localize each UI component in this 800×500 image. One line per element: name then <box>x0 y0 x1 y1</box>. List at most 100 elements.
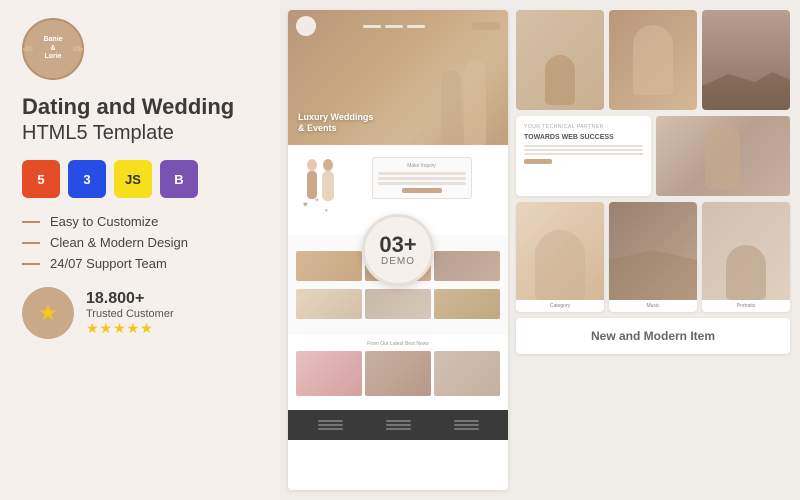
news-title: From Our Latest Best News <box>296 341 500 347</box>
partner-label: YOUR TECHNICAL PARTNER <box>524 124 643 130</box>
gallery-column: YOUR TECHNICAL PARTNER TOWARDS WEB SUCCE… <box>516 10 790 490</box>
news-item-3 <box>434 351 500 396</box>
gallery-category-row: Category Music Portraits <box>516 202 790 312</box>
form-title: Make Inquiry <box>378 163 466 169</box>
desc-line-3 <box>524 153 643 155</box>
preview-hero: Luxury Weddings& Events <box>288 10 508 145</box>
cat-img-wedding <box>516 202 604 300</box>
landscape-shape <box>702 70 790 110</box>
partner-photo <box>656 116 791 196</box>
right-section: 03+ DEMO Luxury Weddings& Event <box>280 0 800 500</box>
story-item-5 <box>365 289 431 319</box>
cat-label-portraits: Portraits <box>702 300 790 312</box>
story-item-3 <box>434 251 500 281</box>
cat-label-music: Music <box>609 300 697 312</box>
mountain-silhouette <box>609 250 697 300</box>
feature-dash-3 <box>22 263 40 265</box>
gallery-img-1 <box>516 10 604 110</box>
cat-card-music: Music <box>609 202 697 312</box>
demo-label: DEMO <box>381 256 415 267</box>
logo-badge: ❧ Banie & Lorie ❧ <box>22 18 84 80</box>
inquiry-form-card: Make Inquiry <box>372 157 472 199</box>
left-panel: ❧ Banie & Lorie ❧ Dating and Wedding HTM… <box>0 0 280 500</box>
person-figure-2 <box>464 60 486 145</box>
feature-item-2: Clean & Modern Design <box>22 235 258 250</box>
partner-photo-content <box>656 116 791 196</box>
demo-preview-column: 03+ DEMO Luxury Weddings& Event <box>288 10 508 490</box>
desc-line-2 <box>524 149 643 151</box>
cat-label-category: Category <box>516 300 604 312</box>
trust-badge-bg: ★ <box>22 287 74 339</box>
news-item-2 <box>365 351 431 396</box>
trust-count: 18.800+ <box>86 290 174 308</box>
trust-section: ★ 18.800+ Trusted Customer ★★★★★ <box>22 287 258 339</box>
js-icon: JS <box>114 160 152 198</box>
preview-news: From Our Latest Best News <box>288 335 508 410</box>
trust-stars: ★★★★★ <box>86 320 174 337</box>
logo-ampersand: & <box>43 45 62 53</box>
sub-title: HTML5 Template <box>22 120 258 146</box>
logo-text: Banie & Lorie <box>43 36 62 61</box>
bootstrap-icon: B <box>160 160 198 198</box>
svg-text:♥: ♥ <box>315 198 319 204</box>
desc-line-1 <box>524 145 643 147</box>
gallery-img-3 <box>702 10 790 110</box>
cat-card-category: Category <box>516 202 604 312</box>
footer-col-1 <box>318 420 343 430</box>
person-silhouette-1 <box>545 55 575 105</box>
css3-icon: 3 <box>68 160 106 198</box>
demo-count: 03+ <box>379 234 416 256</box>
form-field-2 <box>378 177 466 180</box>
footer-line-2c <box>386 428 411 430</box>
story-item-4 <box>296 289 362 319</box>
logo-area: ❧ Banie & Lorie ❧ <box>22 18 258 80</box>
trust-text-block: 18.800+ Trusted Customer ★★★★★ <box>86 290 174 337</box>
feature-item-3: 24/07 Support Team <box>22 256 258 271</box>
story-item-1 <box>296 251 362 281</box>
partner-title: TOWARDS WEB SUCCESS <box>524 134 643 141</box>
bottom-label-text: New and Modern Item <box>591 329 715 343</box>
news-grid <box>296 351 500 396</box>
feature-dash-2 <box>22 242 40 244</box>
svg-text:♥: ♥ <box>303 200 308 209</box>
cat-img-music <box>609 202 697 300</box>
laurel-left-icon: ❧ <box>22 41 34 58</box>
couple-shape-2 <box>633 25 673 95</box>
wedding-couple-2 <box>609 10 697 110</box>
partner-desc <box>524 145 643 155</box>
feature-label-1: Easy to Customize <box>50 214 158 229</box>
partner-read-more[interactable] <box>524 159 552 164</box>
features-list: Easy to Customize Clean & Modern Design … <box>22 214 258 271</box>
main-title: Dating and Wedding <box>22 94 258 120</box>
footer-col-2 <box>386 420 411 430</box>
trust-label: Trusted Customer <box>86 308 174 320</box>
footer-line-1a <box>318 420 343 422</box>
story-item-6 <box>434 289 500 319</box>
portrait-figure <box>726 245 766 300</box>
footer-line-2a <box>386 420 411 422</box>
tech-icons-row: 5 3 JS B <box>22 160 258 198</box>
logo-line2: Lorie <box>43 53 62 61</box>
form-field-1 <box>378 172 466 175</box>
feature-label-2: Clean & Modern Design <box>50 235 188 250</box>
preview-footer <box>288 410 508 440</box>
gallery-img-2 <box>609 10 697 110</box>
svg-text:♥: ♥ <box>325 208 328 214</box>
trust-star-icon: ★ <box>38 300 58 326</box>
gallery-top-row <box>516 10 790 110</box>
footer-line-3a <box>454 420 479 422</box>
inquiry-couple-figure: ♥ ♥ ♥ <box>300 157 342 227</box>
form-submit-btn <box>402 188 442 193</box>
form-field-3 <box>378 182 466 185</box>
hero-couple <box>441 55 496 145</box>
feature-item-1: Easy to Customize <box>22 214 258 229</box>
laurel-right-icon: ❧ <box>72 41 84 58</box>
partner-card: YOUR TECHNICAL PARTNER TOWARDS WEB SUCCE… <box>516 116 651 196</box>
logo-line1: Banie <box>43 36 62 44</box>
partner-figure <box>705 124 740 189</box>
news-item-1 <box>296 351 362 396</box>
bottom-label: New and Modern Item <box>516 318 790 354</box>
footer-col-3 <box>454 420 479 430</box>
gallery-middle-row: YOUR TECHNICAL PARTNER TOWARDS WEB SUCCE… <box>516 116 790 196</box>
footer-line-1c <box>318 428 343 430</box>
